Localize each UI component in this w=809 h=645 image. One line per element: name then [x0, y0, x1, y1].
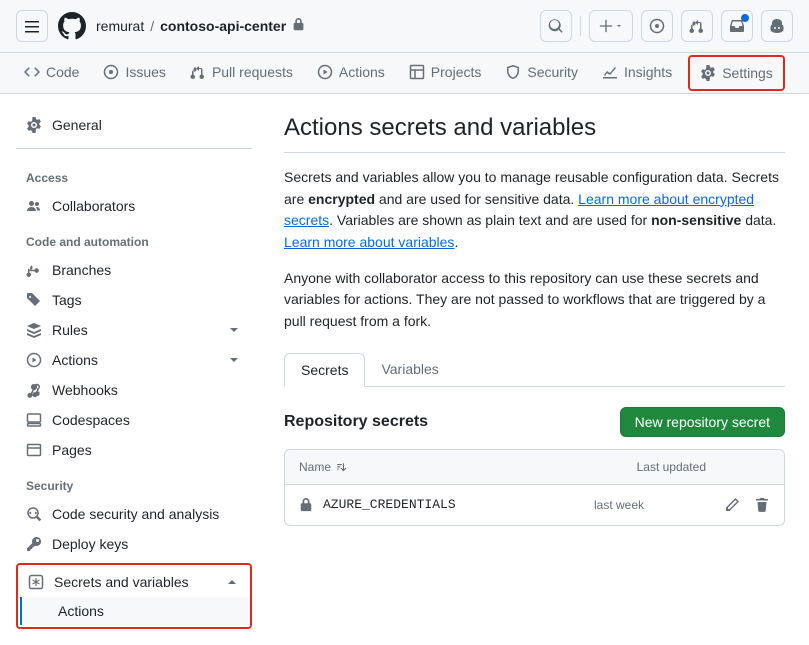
sort-icon [335, 461, 347, 473]
sidebar-tags[interactable]: Tags [16, 285, 252, 315]
notifications-button[interactable] [721, 10, 753, 42]
code-icon [24, 64, 40, 80]
sidebar-security-heading: Security [16, 465, 252, 499]
col-updated-header: Last updated [576, 460, 706, 474]
secret-updated: last week [594, 498, 724, 512]
tag-icon [26, 292, 42, 308]
sidebar-deploy-keys[interactable]: Deploy keys [16, 529, 252, 559]
page-description-2: Anyone with collaborator access to this … [284, 268, 785, 333]
caret-down-icon [615, 22, 623, 30]
gear-icon [26, 117, 42, 133]
sidebar-actions[interactable]: Actions [16, 345, 252, 375]
edit-icon[interactable] [724, 497, 740, 513]
page-title: Actions secrets and variables [284, 114, 785, 153]
nav-settings[interactable]: Settings [688, 55, 785, 91]
hamburger-menu[interactable] [16, 10, 48, 42]
sidebar-pages[interactable]: Pages [16, 435, 252, 465]
page-description-1: Secrets and variables allow you to manag… [284, 167, 785, 254]
secret-name: AZURE_CREDENTIALS [323, 497, 456, 512]
lock-icon [292, 18, 305, 34]
breadcrumb-owner[interactable]: remurat [96, 18, 144, 34]
secrets-table: Name Last updated AZURE_CREDENTIALS last… [284, 449, 785, 526]
nav-insights[interactable]: Insights [594, 54, 680, 92]
sidebar-codespaces[interactable]: Codespaces [16, 405, 252, 435]
nav-actions[interactable]: Actions [309, 54, 393, 92]
delete-icon[interactable] [754, 497, 770, 513]
breadcrumb: remurat / contoso-api-center [96, 18, 305, 34]
repo-nav: Code Issues Pull requests Actions Projec… [0, 53, 809, 94]
sidebar-webhooks[interactable]: Webhooks [16, 375, 252, 405]
copilot-icon [769, 18, 785, 34]
create-new-button[interactable] [589, 10, 633, 42]
settings-sidebar: General Access Collaborators Code and au… [0, 94, 260, 645]
git-branch-icon [26, 262, 42, 278]
key-asterisk-icon [28, 574, 44, 590]
codescan-icon [26, 506, 42, 522]
issue-icon [649, 18, 665, 34]
sidebar-rules[interactable]: Rules [16, 315, 252, 345]
col-name-header[interactable]: Name [299, 460, 576, 474]
sidebar-branches[interactable]: Branches [16, 255, 252, 285]
sidebar-general[interactable]: General [16, 110, 252, 140]
nav-pulls[interactable]: Pull requests [182, 54, 301, 92]
key-icon [26, 536, 42, 552]
tab-secrets[interactable]: Secrets [284, 353, 365, 387]
sidebar-access-heading: Access [16, 157, 252, 191]
github-logo[interactable] [56, 10, 88, 42]
nav-issues[interactable]: Issues [95, 54, 173, 92]
play-icon [317, 64, 333, 80]
sidebar-code-auto-heading: Code and automation [16, 221, 252, 255]
tabs: Secrets Variables [284, 353, 785, 387]
link-variables[interactable]: Learn more about variables [284, 234, 454, 250]
webhook-icon [26, 382, 42, 398]
lock-icon [299, 498, 313, 512]
new-repository-secret-button[interactable]: New repository secret [620, 407, 785, 437]
breadcrumb-sep: / [150, 18, 154, 34]
sidebar-secrets-highlight: Secrets and variables Actions [16, 563, 252, 629]
github-icon [58, 12, 86, 40]
stack-icon [26, 322, 42, 338]
tab-variables[interactable]: Variables [365, 353, 454, 386]
chevron-up-icon [224, 574, 240, 590]
sidebar-secrets-sub-actions[interactable]: Actions [20, 597, 250, 625]
breadcrumb-repo[interactable]: contoso-api-center [160, 18, 286, 34]
sidebar-collaborators[interactable]: Collaborators [16, 191, 252, 221]
repository-secrets-heading: Repository secrets [284, 413, 428, 431]
chevron-down-icon [226, 352, 242, 368]
hamburger-icon [24, 18, 40, 34]
nav-projects[interactable]: Projects [401, 54, 490, 92]
chevron-down-icon [226, 322, 242, 338]
search-icon [548, 18, 564, 34]
plus-icon [599, 19, 613, 33]
table-icon [409, 64, 425, 80]
main-content: Actions secrets and variables Secrets an… [260, 94, 809, 645]
secret-row: AZURE_CREDENTIALS last week [285, 485, 784, 525]
codespaces-icon [26, 412, 42, 428]
issues-button[interactable] [641, 10, 673, 42]
sidebar-secrets-variables[interactable]: Secrets and variables [18, 567, 250, 597]
git-pull-request-icon [689, 18, 705, 34]
graph-icon [602, 64, 618, 80]
issue-opened-icon [103, 64, 119, 80]
nav-security[interactable]: Security [497, 54, 586, 92]
pulls-button[interactable] [681, 10, 713, 42]
sidebar-code-security[interactable]: Code security and analysis [16, 499, 252, 529]
copilot-button[interactable] [761, 10, 793, 42]
gear-icon [700, 65, 716, 81]
search-button[interactable] [540, 10, 572, 42]
notification-dot [741, 14, 749, 22]
nav-code[interactable]: Code [16, 54, 87, 92]
separator [580, 16, 581, 36]
browser-icon [26, 442, 42, 458]
play-icon [26, 352, 42, 368]
people-icon [26, 198, 42, 214]
shield-icon [505, 64, 521, 80]
git-pull-request-icon [190, 64, 206, 80]
